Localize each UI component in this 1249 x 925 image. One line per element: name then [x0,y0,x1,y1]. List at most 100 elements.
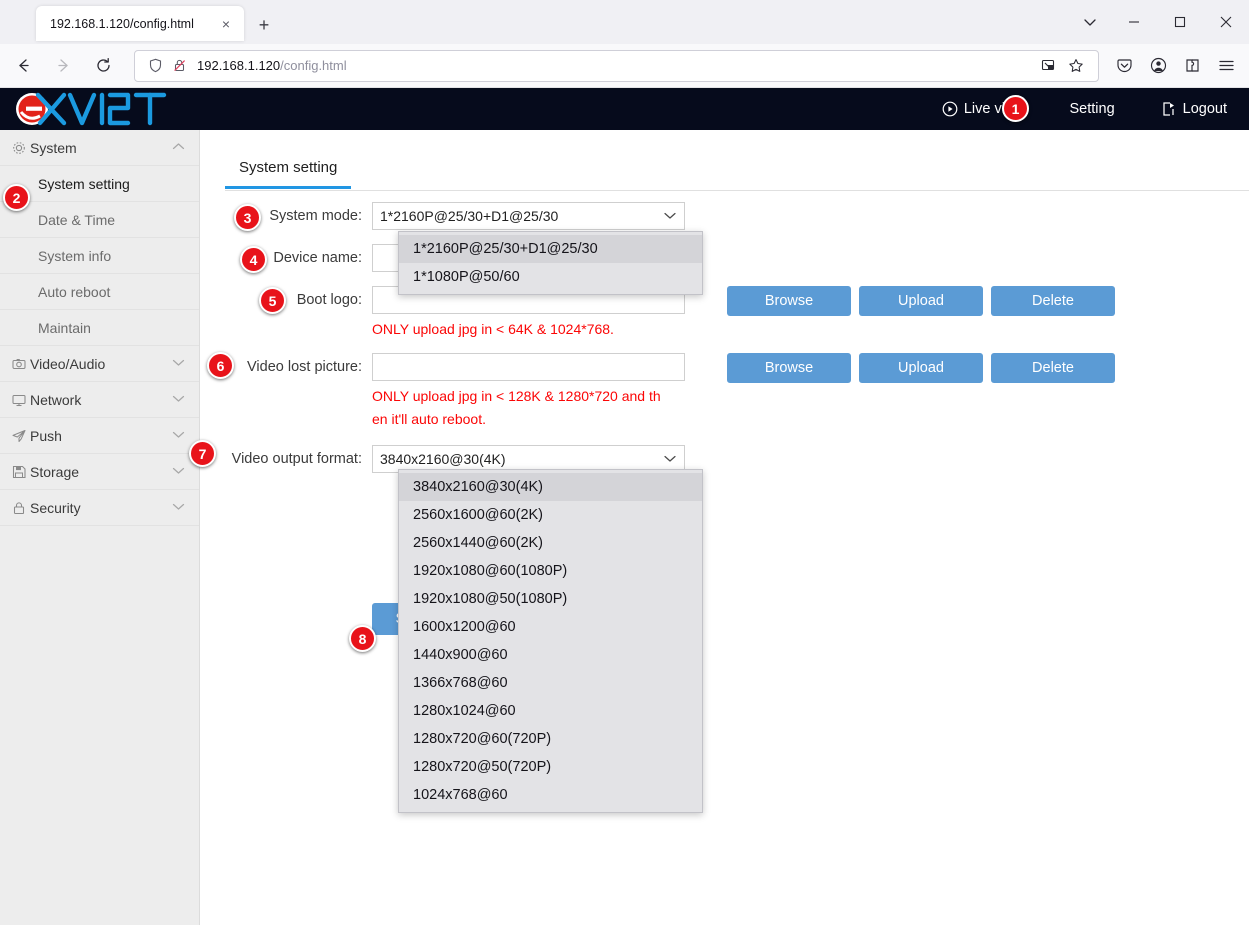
hamburger-menu-icon[interactable] [1209,50,1243,82]
sidebar-group-network[interactable]: Network [0,382,199,418]
sidebar: System System setting Date & Time System… [0,130,200,925]
header-nav: Live view Setting Logout [896,101,1249,117]
sidebar-item-date-time[interactable]: Date & Time [0,202,199,238]
video-output-format-option[interactable]: 2560x1600@60(2K) [399,501,702,529]
video-output-format-option[interactable]: 3840x2160@30(4K) [399,473,702,501]
system-mode-select[interactable]: 1*2160P@25/30+D1@25/30 [372,202,685,230]
system-mode-value: 1*2160P@25/30+D1@25/30 [380,208,559,224]
video-lost-picture-upload-button[interactable]: Upload [859,353,983,383]
video-output-format-option[interactable]: 1280x720@50(720P) [399,753,702,781]
video-lost-picture-input[interactable] [372,353,685,381]
sidebar-item-system-info[interactable]: System info [0,238,199,274]
boot-logo-browse-button[interactable]: Browse [727,286,851,316]
maximize-icon[interactable] [1157,0,1203,44]
sidebar-group-label: System [30,139,77,156]
header-item-setting[interactable]: Setting [1069,101,1114,117]
lock-icon [12,501,30,515]
callout-marker-8: 8 [349,625,376,652]
sidebar-group-label: Security [30,499,81,516]
video-lost-picture-delete-button[interactable]: Delete [991,353,1115,383]
camera-icon [12,357,30,371]
back-icon[interactable] [6,50,40,82]
sidebar-group-push[interactable]: Push [0,418,199,454]
header-item-logout[interactable]: Logout [1161,101,1227,117]
sidebar-item-label: System info [38,247,112,264]
field-label-device-name: Device name: [273,250,362,266]
extensions-icon[interactable] [1175,50,1209,82]
field-control-video-lost-picture: ONLY upload jpg in < 128K & 1280*720 and… [372,353,685,431]
pocket-icon[interactable] [1107,50,1141,82]
system-mode-option[interactable]: 1*2160P@25/30+D1@25/30 [399,235,702,263]
window-controls [1069,0,1249,44]
field-row-video-output-format: Video output format: 3840x2160@30(4K) [200,445,1249,473]
list-all-tabs-icon[interactable] [1069,0,1111,44]
url-text: 192.168.1.120/config.html [197,58,347,73]
boot-logo-buttons: Browse Upload Delete [727,286,1115,316]
field-row-system-mode: System mode: 1*2160P@25/30+D1@25/30 [200,202,1249,230]
content-tab-bar: System setting [225,155,1249,191]
callout-marker-5: 5 [259,287,286,314]
chevron-down-icon [172,466,185,478]
reload-icon[interactable] [86,50,120,82]
minimize-icon[interactable] [1111,0,1157,44]
system-mode-dropdown-popup[interactable]: 1*2160P@25/30+D1@25/30 1*1080P@50/60 [398,231,703,295]
sidebar-group-label: Network [30,391,82,408]
video-output-format-option[interactable]: 1440x900@60 [399,641,702,669]
sidebar-group-label: Video/Audio [30,355,106,372]
chevron-down-icon [172,502,185,514]
video-output-format-option[interactable]: 2560x1440@60(2K) [399,529,702,557]
tab-system-setting[interactable]: System setting [225,155,352,189]
video-lost-picture-buttons: Browse Upload Delete [727,353,1115,383]
video-lost-picture-browse-button[interactable]: Browse [727,353,851,383]
callout-marker-2: 2 [3,184,30,211]
sidebar-group-label: Storage [30,463,80,480]
callout-marker-6: 6 [207,352,234,379]
sidebar-group-video-audio[interactable]: Video/Audio [0,346,199,382]
close-icon[interactable]: × [216,14,236,34]
system-mode-option[interactable]: 1*1080P@50/60 [399,263,702,291]
insecure-lock-icon[interactable] [167,58,191,73]
video-output-format-option[interactable]: 1600x1200@60 [399,613,702,641]
bookmark-star-icon[interactable] [1062,53,1090,79]
main-content: System setting System mode: 1*2160P@25/3… [200,130,1249,925]
field-label-boot-logo: Boot logo: [296,292,362,308]
video-output-format-option[interactable]: 1280x1024@60 [399,697,702,725]
sidebar-item-label: Maintain [38,319,91,336]
video-output-format-option[interactable]: 1280x720@60(720P) [399,725,702,753]
app-logo[interactable] [12,92,198,126]
sidebar-item-maintain[interactable]: Maintain [0,310,199,346]
browser-toolbar-actions [1107,50,1249,82]
video-output-format-option[interactable]: 1920x1080@50(1080P) [399,585,702,613]
chevron-down-icon [172,430,185,442]
video-output-format-option[interactable]: 1366x768@60 [399,669,702,697]
browser-tab[interactable]: 192.168.1.120/config.html × [36,6,244,41]
open-in-app-icon[interactable] [1034,53,1062,79]
sidebar-item-auto-reboot[interactable]: Auto reboot [0,274,199,310]
boot-logo-delete-button[interactable]: Delete [991,286,1115,316]
account-icon[interactable] [1141,50,1175,82]
callout-marker-3: 3 [234,204,261,231]
paper-plane-icon [12,429,30,443]
header-item-label: Logout [1182,101,1227,117]
sidebar-group-security[interactable]: Security [0,490,199,526]
video-output-format-dropdown-popup[interactable]: 3840x2160@30(4K) 2560x1600@60(2K) 2560x1… [398,469,703,813]
system-setting-form: System mode: 1*2160P@25/30+D1@25/30 Devi… [200,202,1249,635]
field-row-device-name: Device name: [200,244,1249,272]
video-output-format-option[interactable]: 1024x768@60 [399,781,702,809]
new-tab-button[interactable]: + [249,10,279,40]
shield-icon[interactable] [143,58,167,73]
url-path: /config.html [280,58,347,73]
video-lost-picture-hint-line2: en it'll auto reboot. [372,411,486,427]
url-bar[interactable]: 192.168.1.120/config.html [134,49,1099,82]
logout-icon [1161,101,1177,117]
window-close-icon[interactable] [1203,0,1249,44]
sidebar-group-system[interactable]: System [0,130,199,166]
url-bar-actions [1034,53,1090,79]
field-label-video-output-format: Video output format: [231,451,362,467]
gear-icon [12,141,30,155]
sidebar-group-storage[interactable]: Storage [0,454,199,490]
video-output-format-option[interactable]: 1920x1080@60(1080P) [399,557,702,585]
callout-marker-4: 4 [240,246,267,273]
boot-logo-upload-button[interactable]: Upload [859,286,983,316]
browser-tab-title: 192.168.1.120/config.html [50,16,194,31]
